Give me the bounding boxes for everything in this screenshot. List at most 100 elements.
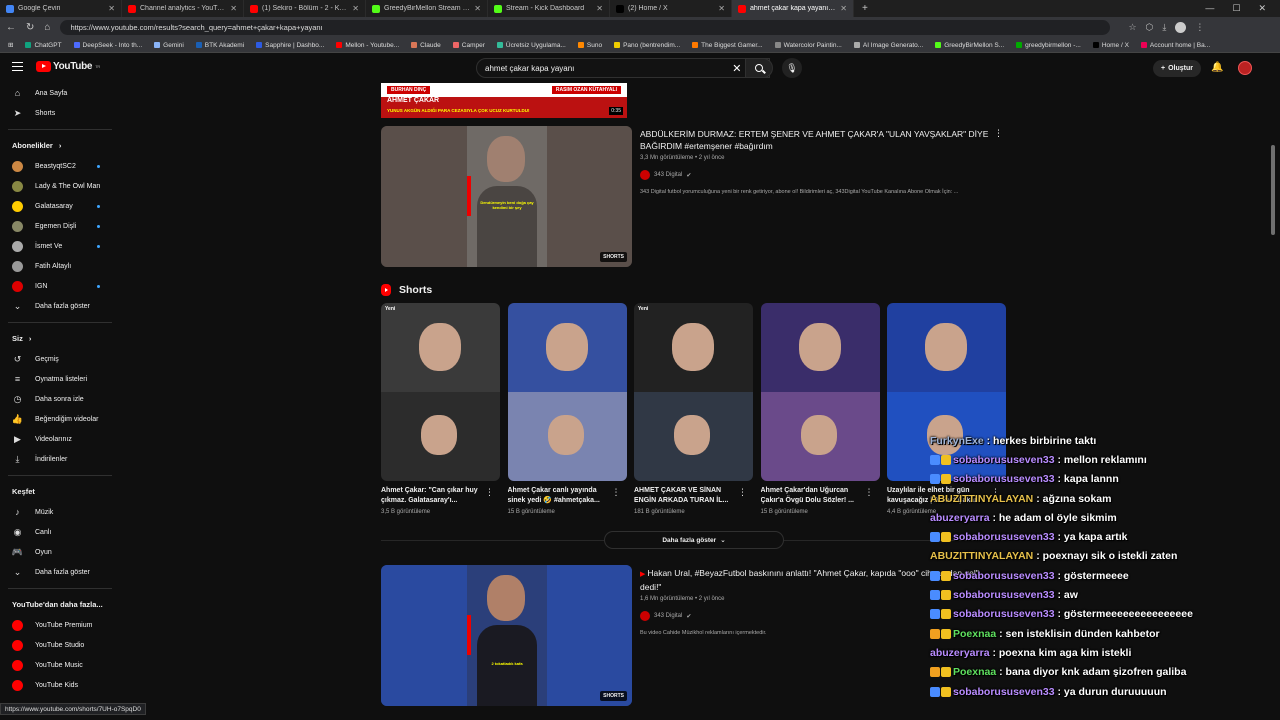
back-icon[interactable]: ← <box>6 22 16 33</box>
tab-close-icon[interactable]: ✕ <box>474 4 481 13</box>
voice-search-button[interactable]: 🎙 <box>782 58 802 78</box>
close-window-icon[interactable]: ✕ <box>1258 3 1266 14</box>
bookmark-item[interactable]: Mellon - Youtube... <box>336 42 399 49</box>
video-result[interactable]: 2 tokatladık kafa SHORTS ▶ Hakan Ural, #… <box>381 565 1007 706</box>
video-thumbnail[interactable]: Dendürmeyin beni doğa çay kendimi bir şe… <box>381 126 632 267</box>
sidebar-item[interactable]: Galatasaray <box>0 196 120 216</box>
profile-avatar[interactable] <box>1175 22 1187 33</box>
short-title[interactable]: AHMET ÇAKAR VE SİNAN ENGİN ARKADA TURAN … <box>634 486 734 506</box>
bookmark-item[interactable]: The Biggest Gamer... <box>692 42 763 49</box>
sidebar-item[interactable]: YouTube Kids <box>0 675 120 695</box>
you-header[interactable]: Siz › <box>0 327 120 349</box>
apps-icon[interactable]: ⊞ <box>8 41 13 49</box>
new-tab-icon[interactable]: + <box>854 3 876 14</box>
short-thumbnail[interactable] <box>507 303 627 481</box>
tab-close-icon[interactable]: ✕ <box>230 4 237 13</box>
tab-close-icon[interactable]: ✕ <box>352 4 359 13</box>
tab-close-icon[interactable]: ✕ <box>596 4 603 13</box>
clear-search-icon[interactable]: ✕ <box>732 62 741 75</box>
tab-close-icon[interactable]: ✕ <box>108 4 115 13</box>
notifications-bell-icon[interactable]: 🔔 <box>1211 62 1223 73</box>
create-button[interactable]: + Oluştur <box>1153 60 1201 77</box>
sidebar-item[interactable]: YouTube Music <box>0 655 120 675</box>
sidebar-item[interactable]: YouTube Studio <box>0 635 120 655</box>
bookmark-item[interactable]: greedybirmellon -... <box>1016 42 1081 49</box>
bookmark-item[interactable]: Watercolor Paintin... <box>774 42 842 49</box>
home-icon[interactable]: ⌂ <box>44 22 50 33</box>
sidebar-item[interactable]: YouTube Premium <box>0 615 120 635</box>
youtube-logo[interactable]: YouTube TR <box>36 61 100 72</box>
subscriptions-header[interactable]: Abonelikler › <box>0 134 120 156</box>
bookmark-item[interactable]: Home / X <box>1092 42 1129 49</box>
sidebar-item[interactable]: ⌂ Ana Sayfa <box>0 83 120 103</box>
bookmark-item[interactable]: Ücretsiz Uygulama... <box>496 42 566 49</box>
browser-tab[interactable]: Google Çeviri ✕ <box>0 0 122 17</box>
show-more-button[interactable]: Daha fazla göster ⌄ <box>604 531 784 549</box>
video-result[interactable]: Dendürmeyin beni doğa çay kendimi bir şe… <box>381 126 1007 267</box>
sidebar-item[interactable]: ↺ Geçmiş <box>0 349 120 369</box>
more-actions-icon[interactable]: ⋮ <box>485 487 494 498</box>
bookmark-item[interactable]: Account home | Ba... <box>1140 42 1210 49</box>
short-card[interactable]: Ahmet Çakar canlı yayında sinek yedi 🤣 #… <box>507 303 627 515</box>
browser-tab[interactable]: (2) Home / X ✕ <box>610 0 732 17</box>
short-card[interactable]: Yeni AHMET ÇAKAR VE SİNAN ENGİN ARKADA TU… <box>634 303 753 515</box>
extension-icon[interactable]: ⬡ <box>1146 22 1154 33</box>
tab-close-icon[interactable]: ✕ <box>718 4 725 13</box>
sidebar-item[interactable]: İsmet Ve <box>0 236 120 256</box>
more-actions-icon[interactable]: ⋮ <box>865 487 874 498</box>
partial-video-thumbnail[interactable]: BURHAN DINÇ RASIM OZAN KÜTAHYALI AHMET ÇA… <box>381 83 627 118</box>
bookmark-item[interactable]: GreedyBirMellon S... <box>935 42 1004 49</box>
more-actions-icon[interactable]: ⋮ <box>738 487 747 498</box>
bookmark-item[interactable]: BTK Akademi <box>195 42 244 49</box>
reload-icon[interactable]: ↻ <box>26 22 34 33</box>
bookmark-item[interactable]: Suno <box>577 42 602 49</box>
video-title[interactable]: ABDÜLKERİM DURMAZ: ERTEM ŞENER VE AHMET … <box>640 128 996 152</box>
sidebar-item[interactable]: ≡ Oynatma listeleri <box>0 369 120 389</box>
browser-tab[interactable]: GreedyBirMellon Stream - Watch Li ✕ <box>366 0 488 17</box>
bookmark-item[interactable]: ChatGPT <box>25 42 62 49</box>
sidebar-item[interactable]: ♪ Müzik <box>0 502 120 522</box>
browser-tab[interactable]: Channel analytics - YouTube Studio✕ <box>122 0 244 17</box>
sidebar-item[interactable]: Egemen Dişli <box>0 216 120 236</box>
sidebar-item[interactable]: ◷ Daha sonra izle <box>0 389 120 409</box>
user-avatar[interactable] <box>1238 61 1252 75</box>
short-title[interactable]: Ahmet Çakar canlı yayında sinek yedi 🤣 #… <box>508 486 608 506</box>
short-card[interactable]: Ahmet Çakar'dan Uğurcan Çakır'a Övgü Dol… <box>760 303 880 515</box>
bookmark-item[interactable]: DeepSeek - Into th... <box>73 42 142 49</box>
hamburger-menu-icon[interactable] <box>12 62 23 71</box>
sidebar-item[interactable]: ⌄ Daha fazla göster <box>0 296 120 316</box>
bookmark-item[interactable]: Camper <box>452 42 485 49</box>
bookmark-item[interactable]: Gemini <box>154 42 184 49</box>
page-scrollbar[interactable] <box>1271 145 1275 235</box>
bookmark-item[interactable]: Pano (bentrendim... <box>614 42 680 49</box>
search-input[interactable]: ahmet çakar kapa yayanı ✕ ⌨ <box>476 58 770 78</box>
more-actions-icon[interactable]: ⋮ <box>612 487 621 498</box>
browser-menu-icon[interactable]: ⋮ <box>1195 22 1204 33</box>
short-card[interactable]: Yeni Ahmet Çakar: "Can çıkar huy çıkmaz. … <box>381 303 500 515</box>
short-title[interactable]: Ahmet Çakar'dan Uğurcan Çakır'a Övgü Dol… <box>761 486 861 506</box>
sidebar-item[interactable]: 🎮 Oyun <box>0 542 120 562</box>
channel-row[interactable]: 343 Digital ✔ <box>640 170 996 180</box>
url-field[interactable]: https://www.youtube.com/results?search_q… <box>60 20 1111 35</box>
sidebar-item[interactable]: ◉ Canlı <box>0 522 120 542</box>
short-thumbnail[interactable]: Yeni <box>381 303 500 481</box>
browser-tab[interactable]: Stream - Kick Dashboard ✕ <box>488 0 610 17</box>
video-thumbnail[interactable]: 2 tokatladık kafa SHORTS <box>381 565 632 706</box>
bookmark-item[interactable]: AI Image Generato... <box>853 42 923 49</box>
sidebar-item[interactable]: BeastyqtSC2 <box>0 156 120 176</box>
bookmark-item[interactable]: Claude <box>411 42 441 49</box>
sidebar-item[interactable]: Fatih Altaylı <box>0 256 120 276</box>
minimize-icon[interactable]: — <box>1205 3 1214 14</box>
short-title[interactable]: Ahmet Çakar: "Can çıkar huy çıkmaz. Gala… <box>381 486 481 506</box>
browser-tab[interactable]: (1) Sekiro - Bölüm - 2 - Kolay Boss ✕ <box>244 0 366 17</box>
sidebar-item[interactable]: 👍 Beğendiğim videolar <box>0 409 120 429</box>
download-icon[interactable]: ⤓ <box>1162 22 1166 33</box>
sidebar-item[interactable]: ➤ Shorts <box>0 103 120 123</box>
tab-close-icon[interactable]: ✕ <box>840 4 847 13</box>
sidebar-item[interactable]: Lady & The Owl Man <box>0 176 120 196</box>
bookmark-item[interactable]: Sapphire | Dashbo... <box>256 42 324 49</box>
short-thumbnail[interactable]: Yeni <box>634 303 753 481</box>
more-actions-icon[interactable]: ⋮ <box>994 128 1003 139</box>
maximize-icon[interactable]: ☐ <box>1232 3 1240 14</box>
sidebar-item[interactable]: ⤓ İndirilenler <box>0 449 120 469</box>
